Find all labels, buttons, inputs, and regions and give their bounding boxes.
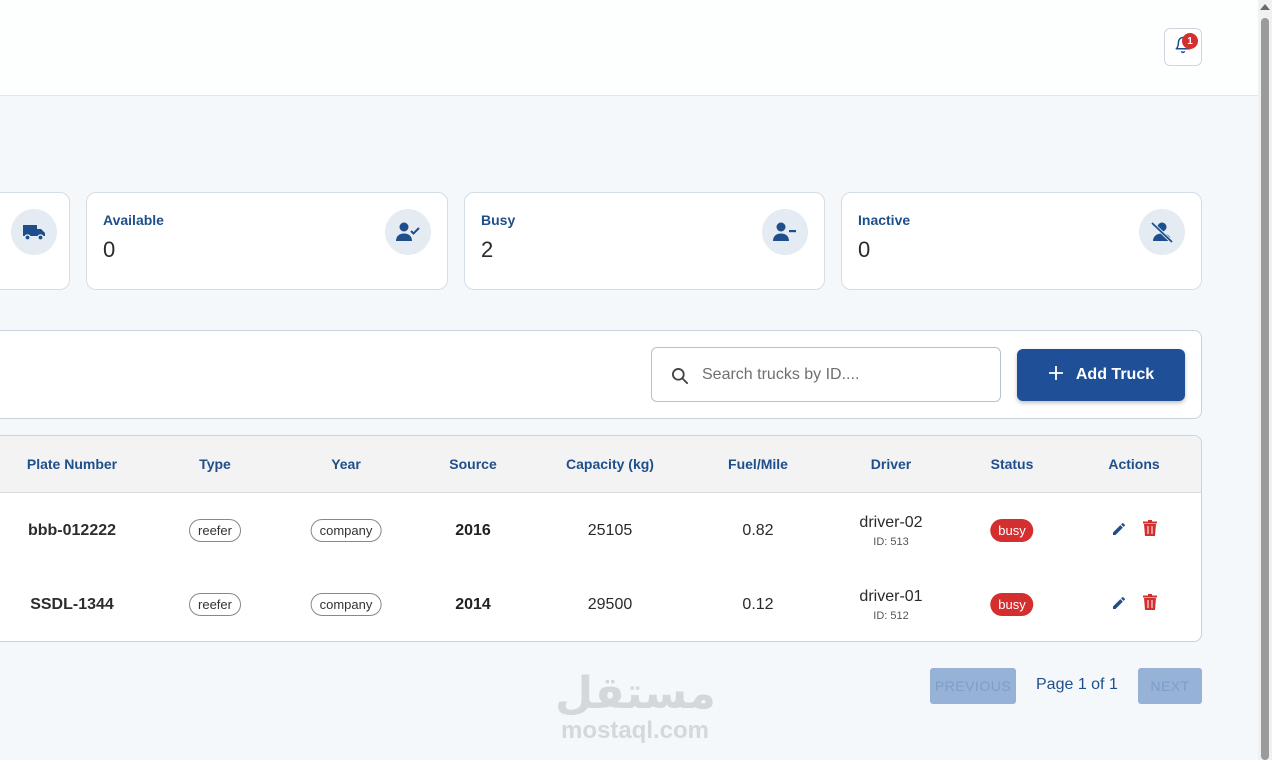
previous-page-button[interactable]: PREVIOUS: [930, 668, 1016, 704]
trucks-table: Plate Number Type Year Source Capacity (…: [0, 435, 1202, 642]
column-header-capacity[interactable]: Capacity (kg): [566, 456, 654, 472]
status-badge: busy: [990, 519, 1034, 542]
scrollbar-thumb[interactable]: [1261, 18, 1269, 760]
status-cell: busy: [990, 593, 1034, 616]
driver-name: driver-02: [859, 514, 923, 531]
column-header-plate[interactable]: Plate Number: [27, 456, 117, 472]
table-row[interactable]: SSDL-1344 reefer company 2014 29500 0.12…: [0, 568, 1201, 641]
type-chip: reefer: [189, 593, 241, 616]
stat-label: Inactive: [858, 212, 911, 228]
type-chip: reefer: [189, 519, 241, 542]
truck-icon: [11, 209, 57, 255]
column-header-driver[interactable]: Driver: [871, 456, 911, 472]
type-cell: reefer: [189, 519, 241, 542]
column-header-status[interactable]: Status: [991, 456, 1034, 472]
plate-number: bbb-012222: [27, 522, 117, 539]
source-chip-cell: company: [310, 519, 382, 542]
stat-value: 0: [103, 237, 116, 262]
column-header-source[interactable]: Source: [449, 456, 496, 472]
driver-cell: driver-02 ID: 513: [859, 514, 922, 548]
scroll-up-arrow[interactable]: [1260, 4, 1270, 10]
year-value: 2014: [455, 596, 491, 613]
page-indicator: Page 1 of 1: [1036, 676, 1118, 693]
watermark-latin: mostaql.com: [560, 717, 710, 744]
plate-number: SSDL-1344: [30, 596, 114, 613]
plus-icon: [1048, 365, 1064, 386]
actions-cell: [1111, 520, 1157, 542]
column-header-actions: Actions: [1108, 456, 1160, 472]
type-cell: reefer: [189, 593, 241, 616]
search-icon: [670, 366, 690, 391]
source-chip: company: [310, 519, 382, 542]
stat-card-inactive: Inactive 0: [841, 192, 1202, 290]
user-minus-icon: [762, 209, 808, 255]
fuel-value: 0.82: [742, 522, 774, 539]
stat-card-total: [0, 192, 70, 290]
edit-icon[interactable]: [1111, 595, 1127, 616]
table-row[interactable]: bbb-012222 reefer company 2016 25105 0.8…: [0, 494, 1201, 568]
column-header-year[interactable]: Year: [331, 456, 361, 472]
column-header-type[interactable]: Type: [199, 456, 231, 472]
status-cell: busy: [990, 519, 1034, 542]
year-value: 2016: [455, 522, 491, 539]
stat-label: Available: [103, 212, 164, 228]
actions-cell: [1111, 594, 1157, 616]
add-truck-label: Add Truck: [1075, 366, 1155, 383]
search-box[interactable]: [651, 347, 1001, 402]
delete-icon[interactable]: [1143, 520, 1157, 542]
table-header: Plate Number Type Year Source Capacity (…: [0, 436, 1201, 493]
top-bar: [0, 0, 1258, 96]
notification-count-badge: 1: [1182, 33, 1198, 49]
user-check-icon: [385, 209, 431, 255]
delete-icon[interactable]: [1143, 594, 1157, 616]
search-input[interactable]: [702, 360, 987, 390]
source-chip-cell: company: [310, 593, 382, 616]
capacity-value: 29500: [587, 596, 633, 613]
fuel-value: 0.12: [742, 596, 774, 613]
stat-card-busy: Busy 2: [464, 192, 825, 290]
add-truck-button[interactable]: Add Truck: [1017, 349, 1185, 401]
capacity-value: 25105: [587, 522, 633, 539]
driver-name: driver-01: [859, 588, 923, 605]
column-header-fuel[interactable]: Fuel/Mile: [728, 456, 788, 472]
stat-value: 0: [858, 237, 871, 262]
stat-card-available: Available 0: [86, 192, 448, 290]
stat-value: 2: [481, 237, 494, 262]
driver-cell: driver-01 ID: 512: [859, 588, 922, 622]
next-page-button[interactable]: NEXT: [1138, 668, 1202, 704]
notifications-button[interactable]: 1: [1164, 28, 1202, 66]
driver-id: ID: 512: [873, 610, 909, 622]
user-off-icon: [1139, 209, 1185, 255]
watermark-arabic: مستقل: [555, 669, 716, 718]
driver-id: ID: 513: [873, 536, 909, 548]
status-badge: busy: [990, 593, 1034, 616]
stat-label: Busy: [481, 212, 516, 228]
source-chip: company: [310, 593, 382, 616]
watermark-logo: مستقل mostaql.com: [555, 669, 716, 744]
edit-icon[interactable]: [1111, 521, 1127, 542]
